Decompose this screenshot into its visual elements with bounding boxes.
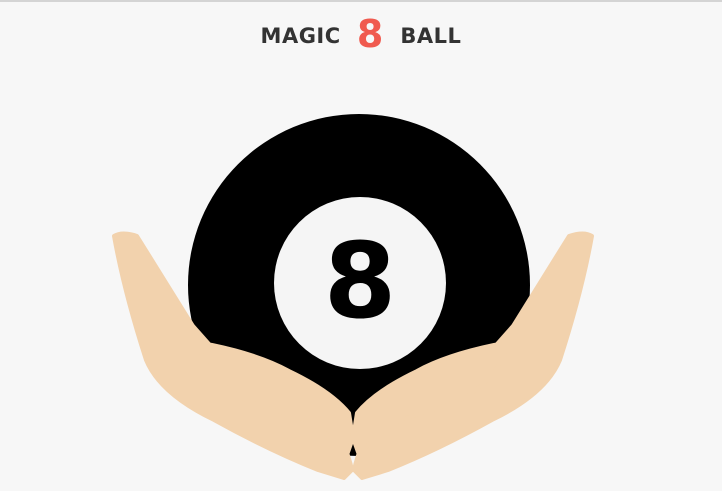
magic-eight-ball-illustration: 8 — [112, 114, 594, 480]
ball-number: 8 — [324, 220, 396, 342]
